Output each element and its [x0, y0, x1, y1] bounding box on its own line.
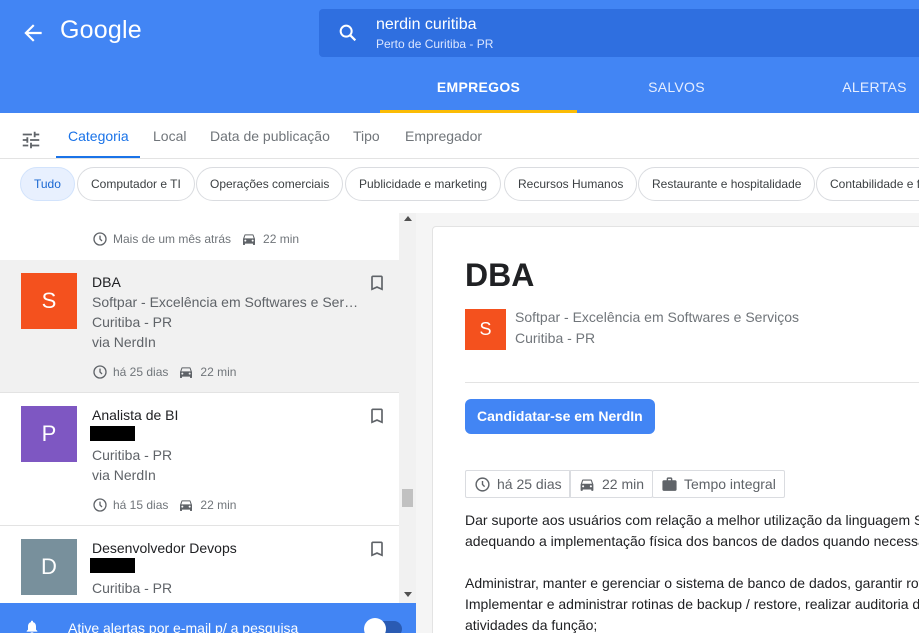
chip-recursos-humanos[interactable]: Recursos Humanos [504, 167, 638, 201]
car-icon [580, 479, 594, 491]
clock-icon [475, 476, 490, 492]
posted-age-text: há 25 dias [497, 476, 562, 492]
job-meta: há 15 dias 22 min [92, 497, 236, 513]
search-icon[interactable] [337, 22, 359, 44]
company-avatar: S [21, 273, 77, 329]
back-arrow-icon[interactable] [20, 20, 46, 46]
tab-salvos[interactable]: SALVOS [578, 70, 775, 113]
car-icon [180, 367, 193, 378]
job-location: Curitiba - PR [92, 580, 173, 596]
description-line: Implementar e administrar rotinas de bac… [465, 596, 919, 612]
clock-icon [93, 498, 107, 512]
car-icon [180, 500, 193, 511]
bookmark-icon[interactable] [367, 272, 387, 294]
email-alert-bar: Ative alertas por e-mail p/ a pesquisa [0, 603, 416, 633]
partial-row-edge [20, 213, 390, 217]
google-logo[interactable]: Google [60, 16, 142, 45]
active-tab-indicator [56, 156, 140, 158]
job-title: Desenvolvedor Devops [92, 540, 237, 556]
chip-computador-ti[interactable]: Computador e TI [77, 167, 195, 201]
job-company: Softpar - Excelência em Softwares e Ser… [92, 294, 359, 310]
job-location: Curitiba - PR [92, 314, 173, 330]
chip-tudo[interactable]: Tudo [20, 167, 75, 201]
job-commute: 22 min [200, 498, 237, 512]
commute-text: 22 min [602, 476, 645, 492]
detail-company-name: Softpar - Excelência em Softwares e Serv… [515, 309, 800, 325]
job-title: Analista de BI [92, 407, 179, 423]
scroll-up-arrow-icon[interactable] [404, 216, 412, 221]
bell-icon [26, 620, 38, 633]
email-alert-toggle[interactable] [364, 618, 402, 633]
main-tabs: EMPREGOS SALVOS ALERTAS [0, 70, 919, 113]
detail-location: Curitiba - PR [515, 330, 596, 346]
divider [465, 382, 919, 383]
chip-publicidade-marketing[interactable]: Publicidade e marketing [345, 167, 502, 201]
tab-empregos[interactable]: EMPREGOS [380, 70, 577, 113]
scroll-down-arrow-icon[interactable] [404, 592, 412, 597]
description-line: adequando a implementação física dos ban… [465, 533, 919, 549]
company-avatar: P [21, 406, 77, 462]
search-box[interactable]: nerdin curitiba Perto de Curitiba - PR [319, 9, 919, 57]
detail-company-logo: S [465, 309, 506, 350]
category-chips: Tudo Computador e TI Operações comerciai… [0, 167, 919, 203]
job-list[interactable]: Mais de um mês atrás 22 min S DBA Softpa… [0, 213, 400, 603]
job-type-text: Tempo integral [684, 476, 776, 492]
toggle-knob[interactable] [364, 618, 386, 633]
search-query-text[interactable]: nerdin curitiba [376, 16, 477, 34]
search-location-text: Perto de Curitiba - PR [376, 37, 494, 51]
commute-tag: 22 min [569, 470, 654, 498]
email-alert-text: Ative alertas por e-mail p/ a pesquisa [68, 620, 299, 633]
job-commute: 22 min [200, 365, 237, 379]
clock-icon [93, 232, 107, 246]
partial-item-meta: Mais de um mês atrás 22 min [92, 231, 299, 247]
job-source: via NerdIn [92, 334, 156, 350]
redacted-company [90, 426, 135, 441]
job-title: DBA [92, 274, 121, 290]
filter-tabs: Categoria Local Data de publicação Tipo … [0, 113, 919, 159]
job-age: há 25 dias [113, 365, 169, 379]
filter-settings-icon[interactable] [20, 129, 42, 151]
description-line: Administrar, manter e gerenciar o sistem… [465, 575, 919, 591]
job-meta: há 25 dias 22 min [92, 364, 236, 380]
job-card-analista-bi[interactable]: P Analista de BI Curitiba - PR via NerdI… [0, 393, 400, 526]
filter-tab-empregador[interactable]: Empregador [405, 128, 482, 144]
filter-tab-data-publicacao[interactable]: Data de publicação [210, 128, 330, 144]
job-type-tag: Tempo integral [652, 470, 785, 498]
bookmark-icon[interactable] [367, 538, 387, 560]
filter-tab-categoria[interactable]: Categoria [68, 128, 129, 144]
scrollbar-thumb[interactable] [402, 489, 413, 507]
job-card-devops[interactable]: D Desenvolvedor Devops Curitiba - PR [0, 526, 400, 603]
chip-operacoes-comerciais[interactable]: Operações comerciais [196, 167, 344, 201]
briefcase-icon [662, 476, 677, 491]
filter-tab-tipo[interactable]: Tipo [353, 128, 380, 144]
company-avatar: D [21, 539, 77, 595]
filter-tab-local[interactable]: Local [153, 128, 186, 144]
posted-age-tag: há 25 dias [465, 470, 571, 498]
job-source: via NerdIn [92, 467, 156, 483]
description-line: atividades da função; [465, 617, 598, 633]
description-line: Dar suporte aos usuários com relação a m… [465, 512, 919, 528]
bookmark-icon[interactable] [367, 405, 387, 427]
job-age: há 15 dias [113, 498, 169, 512]
chip-restaurante-hospitalidade[interactable]: Restaurante e hospitalidade [638, 167, 816, 201]
apply-button[interactable]: Candidatar-se em NerdIn [465, 399, 655, 434]
clock-icon [93, 365, 107, 379]
detail-job-title: DBA [465, 257, 535, 293]
chip-contabilidade[interactable]: Contabilidade e f [816, 167, 919, 201]
car-icon [243, 234, 256, 245]
job-detail-panel: DBA S Softpar - Excelência em Softwares … [432, 226, 919, 633]
job-card-dba[interactable]: S DBA Softpar - Excelência em Softwares … [0, 260, 400, 393]
job-location: Curitiba - PR [92, 447, 173, 463]
list-scrollbar[interactable] [399, 213, 416, 603]
top-header: Google nerdin curitiba Perto de Curitiba… [0, 0, 919, 113]
redacted-company [90, 558, 135, 573]
job-age: Mais de um mês atrás [113, 232, 232, 246]
tab-alertas[interactable]: ALERTAS [776, 70, 919, 113]
job-commute: 22 min [263, 232, 300, 246]
